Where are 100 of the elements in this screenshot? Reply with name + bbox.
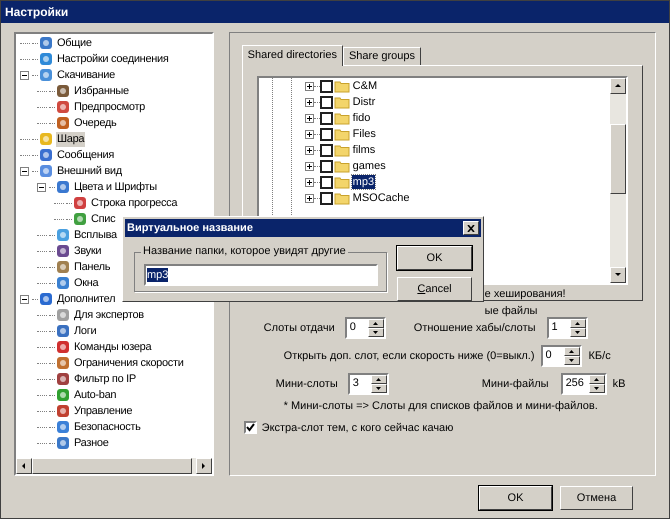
tree-item[interactable]: Фильтр по IP: [73, 372, 137, 386]
spin-down-button[interactable]: [570, 328, 586, 337]
tree-item[interactable]: Настройки соединения: [56, 52, 170, 66]
tree-item[interactable]: Безопасность: [73, 420, 142, 434]
tree-item[interactable]: Спис: [90, 212, 116, 226]
spin-up-button[interactable]: [368, 319, 384, 328]
folder-icon: [334, 144, 350, 156]
dialog-button[interactable]: OK: [397, 246, 472, 270]
tree-item[interactable]: Ограничения скорости: [73, 356, 185, 370]
spin-up-button[interactable]: [370, 375, 387, 384]
folder-name[interactable]: MSOCache: [352, 191, 411, 205]
folder-name-field[interactable]: mp3: [144, 264, 378, 286]
down-arrow-icon: [575, 331, 580, 334]
expand-icon[interactable]: [304, 178, 314, 186]
spin-field[interactable]: 0: [540, 345, 582, 367]
expand-icon[interactable]: [304, 146, 314, 154]
collapse-icon[interactable]: [20, 70, 29, 80]
tree-item[interactable]: Разное: [73, 436, 110, 450]
folder-name[interactable]: films: [352, 143, 376, 157]
dialog-button[interactable]: OK: [479, 486, 552, 510]
collapse-icon[interactable]: [37, 182, 46, 192]
scroll-down-button[interactable]: [610, 267, 626, 283]
tree-item[interactable]: Очередь: [73, 116, 118, 130]
tree-item[interactable]: Шара: [56, 132, 86, 146]
expand-icon[interactable]: [304, 114, 314, 122]
expand-icon[interactable]: [304, 194, 314, 202]
folder-name[interactable]: mp3: [352, 175, 376, 189]
down-arrow-icon: [614, 271, 622, 279]
spin-up-button[interactable]: [564, 347, 580, 356]
folder-checkbox[interactable]: [320, 176, 333, 188]
tree-item[interactable]: Для экспертов: [73, 308, 145, 322]
item-icon: [72, 195, 88, 211]
tree-item[interactable]: Скачивание: [56, 68, 116, 82]
folder-name[interactable]: Files: [352, 127, 377, 141]
up-arrow-icon: [569, 350, 574, 353]
spin-field[interactable]: 0: [344, 317, 386, 339]
folder-checkbox[interactable]: [320, 192, 333, 204]
tree-item[interactable]: Auto-ban: [73, 388, 118, 402]
folder-checkbox[interactable]: [320, 144, 333, 156]
tree-item[interactable]: Внешний вид: [56, 164, 123, 178]
spin-down-button[interactable]: [588, 384, 605, 393]
dialog-button[interactable]: Cancel: [397, 277, 472, 301]
close-button[interactable]: [463, 221, 479, 235]
tree-item[interactable]: Избранные: [73, 84, 130, 98]
spin-field[interactable]: 1: [546, 317, 588, 339]
scroll-up-button[interactable]: [610, 78, 626, 94]
tree-item[interactable]: Команды юзера: [73, 340, 152, 354]
folder-name[interactable]: fido: [352, 111, 372, 125]
tab[interactable]: Shared directories: [242, 45, 343, 66]
group-label: Название папки, которое увидят другие: [141, 244, 348, 259]
spin-field[interactable]: 256: [560, 373, 607, 395]
field-label: Мини-слоты: [276, 376, 338, 392]
collapse-icon[interactable]: [20, 294, 29, 304]
vertical-scrollbar[interactable]: [610, 78, 626, 283]
folder-checkbox[interactable]: [320, 80, 333, 92]
spin-down-button[interactable]: [370, 384, 387, 393]
folder-checkbox[interactable]: [320, 96, 333, 108]
tree-item[interactable]: Логи: [73, 324, 98, 338]
folder-checkbox[interactable]: [320, 160, 333, 172]
item-icon: [55, 403, 71, 419]
tree-item[interactable]: Всплыва: [73, 228, 118, 242]
tree-item[interactable]: Строка прогресса: [90, 196, 178, 210]
checkbox[interactable]: [244, 421, 257, 434]
folder-name[interactable]: games: [352, 159, 387, 173]
expand-icon[interactable]: [304, 98, 314, 106]
item-icon: [38, 51, 54, 67]
dialog-button[interactable]: Отмена: [560, 486, 633, 510]
tree-item[interactable]: Дополнител: [56, 292, 116, 306]
item-icon: [55, 227, 71, 243]
spin-up-button[interactable]: [570, 319, 586, 328]
scroll-right-button[interactable]: [196, 458, 212, 474]
collapse-icon[interactable]: [20, 166, 29, 176]
expand-icon[interactable]: [304, 130, 314, 138]
expand-icon[interactable]: [304, 82, 314, 90]
tree-item[interactable]: Предпросмотр: [73, 100, 146, 114]
scroll-thumb[interactable]: [610, 124, 626, 194]
folder-name[interactable]: Distr: [352, 95, 376, 109]
spin-down-button[interactable]: [368, 328, 384, 337]
tree-item[interactable]: Цвета и Шрифты: [73, 180, 158, 194]
scroll-thumb[interactable]: [32, 458, 192, 474]
folder-icon: [334, 192, 350, 204]
folder-checkbox[interactable]: [320, 112, 333, 124]
expand-icon[interactable]: [304, 162, 314, 170]
spin-up-button[interactable]: [588, 375, 605, 384]
spin-field[interactable]: 3: [348, 373, 389, 395]
folder-name[interactable]: C&M: [352, 79, 378, 93]
tree-item[interactable]: Управление: [73, 404, 134, 418]
spin-down-button[interactable]: [564, 356, 580, 365]
tree-item[interactable]: Звуки: [73, 244, 102, 258]
tab[interactable]: Share groups: [342, 47, 421, 65]
tree-item[interactable]: Окна: [73, 276, 100, 290]
tree-item[interactable]: Общие: [56, 36, 93, 50]
field-label: Мини-файлы: [482, 376, 549, 392]
up-arrow-icon: [575, 322, 580, 325]
tree-item[interactable]: Панель: [73, 260, 112, 274]
scroll-left-button[interactable]: [16, 458, 32, 474]
tree-item[interactable]: Сообщения: [56, 148, 115, 162]
horizontal-scrollbar[interactable]: [16, 458, 212, 474]
footnote-text: * Мини-слоты => Слоты для списков файлов и мини-файлов.: [284, 399, 599, 414]
folder-checkbox[interactable]: [320, 128, 333, 140]
